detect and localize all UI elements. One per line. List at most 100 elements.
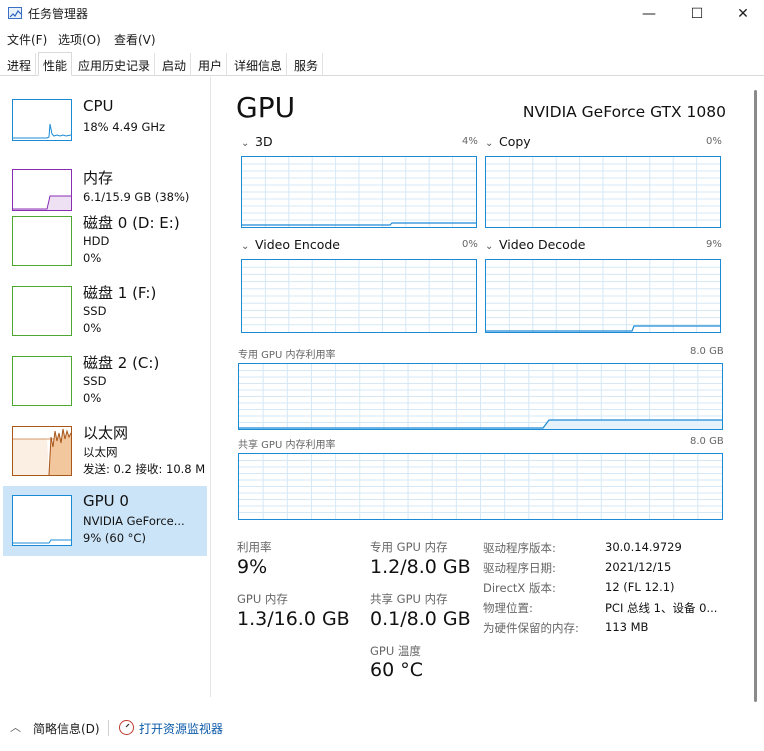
menu-file[interactable]: 文件(F) <box>7 31 47 48</box>
gpu-mem-value: 1.3/16.0 GB <box>237 608 350 630</box>
engine-video-decode-graph <box>485 259 721 333</box>
engine-copy-selector[interactable]: ⌄ Copy <box>485 134 531 149</box>
shared-memory-graph <box>238 453 723 520</box>
gpu-model-name: NVIDIA GeForce GTX 1080 <box>522 103 726 121</box>
driver-version-label: 驱动程序版本: <box>483 541 556 555</box>
resource-item-gpu0[interactable]: GPU 0 NVIDIA GeForce... 9% (60 °C) <box>3 486 207 556</box>
menu-options[interactable]: 选项(O) <box>58 31 101 48</box>
disk0-name: 磁盘 0 (D: E:) <box>83 214 180 232</box>
chevron-up-icon[interactable]: ︿ <box>10 719 21 735</box>
resource-item-disk2[interactable]: 磁盘 2 (C:) SSD 0% <box>3 346 207 416</box>
disk2-type: SSD <box>83 374 107 388</box>
shared-mem-label: 共享 GPU 内存 <box>370 592 448 606</box>
cpu-thumbnail <box>12 99 72 141</box>
gpu0-thumbnail <box>12 495 72 546</box>
disk2-thumbnail <box>12 356 72 406</box>
disk2-usage: 0% <box>83 391 102 405</box>
engine-video-decode-label: Video Decode <box>499 237 586 252</box>
tab-bar: 进程 性能 应用历史记录 启动 用户 详细信息 服务 <box>0 52 764 76</box>
chevron-down-icon: ⌄ <box>485 138 494 149</box>
memory-usage: 6.1/15.9 GB (38%) <box>83 190 190 204</box>
vertical-scrollbar[interactable] <box>754 90 757 702</box>
engine-video-encode-label: Video Encode <box>255 237 340 252</box>
tab-users[interactable]: 用户 <box>194 53 228 76</box>
divider <box>108 720 109 736</box>
ethernet-thumbnail <box>12 426 72 476</box>
chevron-down-icon: ⌄ <box>241 241 250 252</box>
tab-processes[interactable]: 进程 <box>3 53 37 76</box>
tab-performance[interactable]: 性能 <box>38 52 73 76</box>
bottom-bar: ︿ 简略信息(D) 打开资源监视器 <box>0 710 764 751</box>
resource-item-cpu[interactable]: CPU 18% 4.49 GHz <box>3 91 207 161</box>
window-title: 任务管理器 <box>28 7 89 21</box>
reserved-memory-value: 113 MB <box>605 620 649 634</box>
dedicated-mem-value: 1.2/8.0 GB <box>370 556 471 578</box>
tab-details[interactable]: 详细信息 <box>230 53 288 76</box>
resource-item-ethernet[interactable]: 以太网 以太网 发送: 0.2 接收: 10.8 M <box>3 416 207 486</box>
driver-date-value: 2021/12/15 <box>605 560 672 574</box>
engine-copy-percent: 0% <box>706 136 722 147</box>
directx-version-value: 12 (FL 12.1) <box>605 580 675 594</box>
gpu0-model: NVIDIA GeForce... <box>83 514 185 528</box>
engine-copy-graph <box>485 156 721 228</box>
engine-3d-graph <box>241 156 477 228</box>
disk1-name: 磁盘 1 (F:) <box>83 284 157 302</box>
dedicated-memory-max: 8.0 GB <box>690 346 724 357</box>
open-resource-monitor-link[interactable]: 打开资源监视器 <box>139 720 223 737</box>
gpu-temp-label: GPU 温度 <box>370 644 421 658</box>
ethernet-name: 以太网 <box>83 424 129 442</box>
close-button[interactable]: ✕ <box>720 0 764 28</box>
maximize-button[interactable]: ☐ <box>674 0 720 28</box>
engine-3d-label: 3D <box>255 134 273 149</box>
driver-version-value: 30.0.14.9729 <box>605 540 682 554</box>
physical-location-label: 物理位置: <box>483 601 533 615</box>
physical-location-value: PCI 总线 1、设备 0... <box>605 601 718 615</box>
shared-memory-label: 共享 GPU 内存利用率 <box>238 440 336 451</box>
fewer-details-button[interactable]: 简略信息(D) <box>33 720 100 737</box>
resource-item-disk1[interactable]: 磁盘 1 (F:) SSD 0% <box>3 276 207 346</box>
resource-monitor-icon <box>119 720 134 735</box>
page-title: GPU <box>236 91 296 124</box>
ethernet-adapter: 以太网 <box>83 445 118 459</box>
utilization-value: 9% <box>237 556 268 578</box>
gpu-mem-label: GPU 内存 <box>237 592 288 606</box>
chevron-down-icon: ⌄ <box>241 138 250 149</box>
tab-startup[interactable]: 启动 <box>158 53 192 76</box>
driver-date-label: 驱动程序日期: <box>483 561 556 575</box>
minimize-button[interactable]: — <box>626 0 672 28</box>
disk1-thumbnail <box>12 286 72 336</box>
engine-video-decode-selector[interactable]: ⌄ Video Decode <box>485 237 585 252</box>
gpu-temp-value: 60 °C <box>370 659 423 681</box>
disk1-usage: 0% <box>83 321 102 335</box>
disk0-thumbnail <box>12 216 72 266</box>
engine-video-encode-selector[interactable]: ⌄ Video Encode <box>241 237 340 252</box>
disk2-name: 磁盘 2 (C:) <box>83 354 160 372</box>
menu-view[interactable]: 查看(V) <box>114 31 156 48</box>
engine-3d-selector[interactable]: ⌄ 3D <box>241 134 273 149</box>
gpu0-usage: 9% (60 °C) <box>83 531 146 545</box>
memory-name: 内存 <box>83 169 114 187</box>
dedicated-memory-graph <box>238 363 723 430</box>
menu-bar: 文件(F) 选项(O) 查看(V) <box>0 28 764 50</box>
cpu-usage: 18% 4.49 GHz <box>83 120 166 134</box>
resource-list: CPU 18% 4.49 GHz 内存 6.1/15.9 GB (38%) 磁盘… <box>0 77 211 697</box>
gpu0-name: GPU 0 <box>83 492 129 510</box>
disk1-type: SSD <box>83 304 107 318</box>
reserved-memory-label: 为硬件保留的内存: <box>483 621 579 635</box>
directx-version-label: DirectX 版本: <box>483 581 556 595</box>
tab-services[interactable]: 服务 <box>290 53 324 76</box>
disk0-type: HDD <box>83 234 110 248</box>
dedicated-memory-label: 专用 GPU 内存利用率 <box>238 350 336 361</box>
engine-video-encode-percent: 0% <box>462 239 478 250</box>
engine-video-decode-percent: 9% <box>706 239 722 250</box>
engine-video-encode-graph <box>241 259 477 333</box>
task-manager-icon <box>8 7 22 19</box>
engine-3d-percent: 4% <box>462 136 478 147</box>
dedicated-mem-label: 专用 GPU 内存 <box>370 540 448 554</box>
tab-app-history[interactable]: 应用历史记录 <box>74 53 156 76</box>
memory-thumbnail <box>12 169 72 211</box>
cpu-name: CPU <box>83 97 114 115</box>
title-bar: 任务管理器 — ☐ ✕ <box>0 0 764 28</box>
resource-item-disk0[interactable]: 磁盘 0 (D: E:) HDD 0% <box>3 206 207 276</box>
utilization-label: 利用率 <box>237 540 272 554</box>
